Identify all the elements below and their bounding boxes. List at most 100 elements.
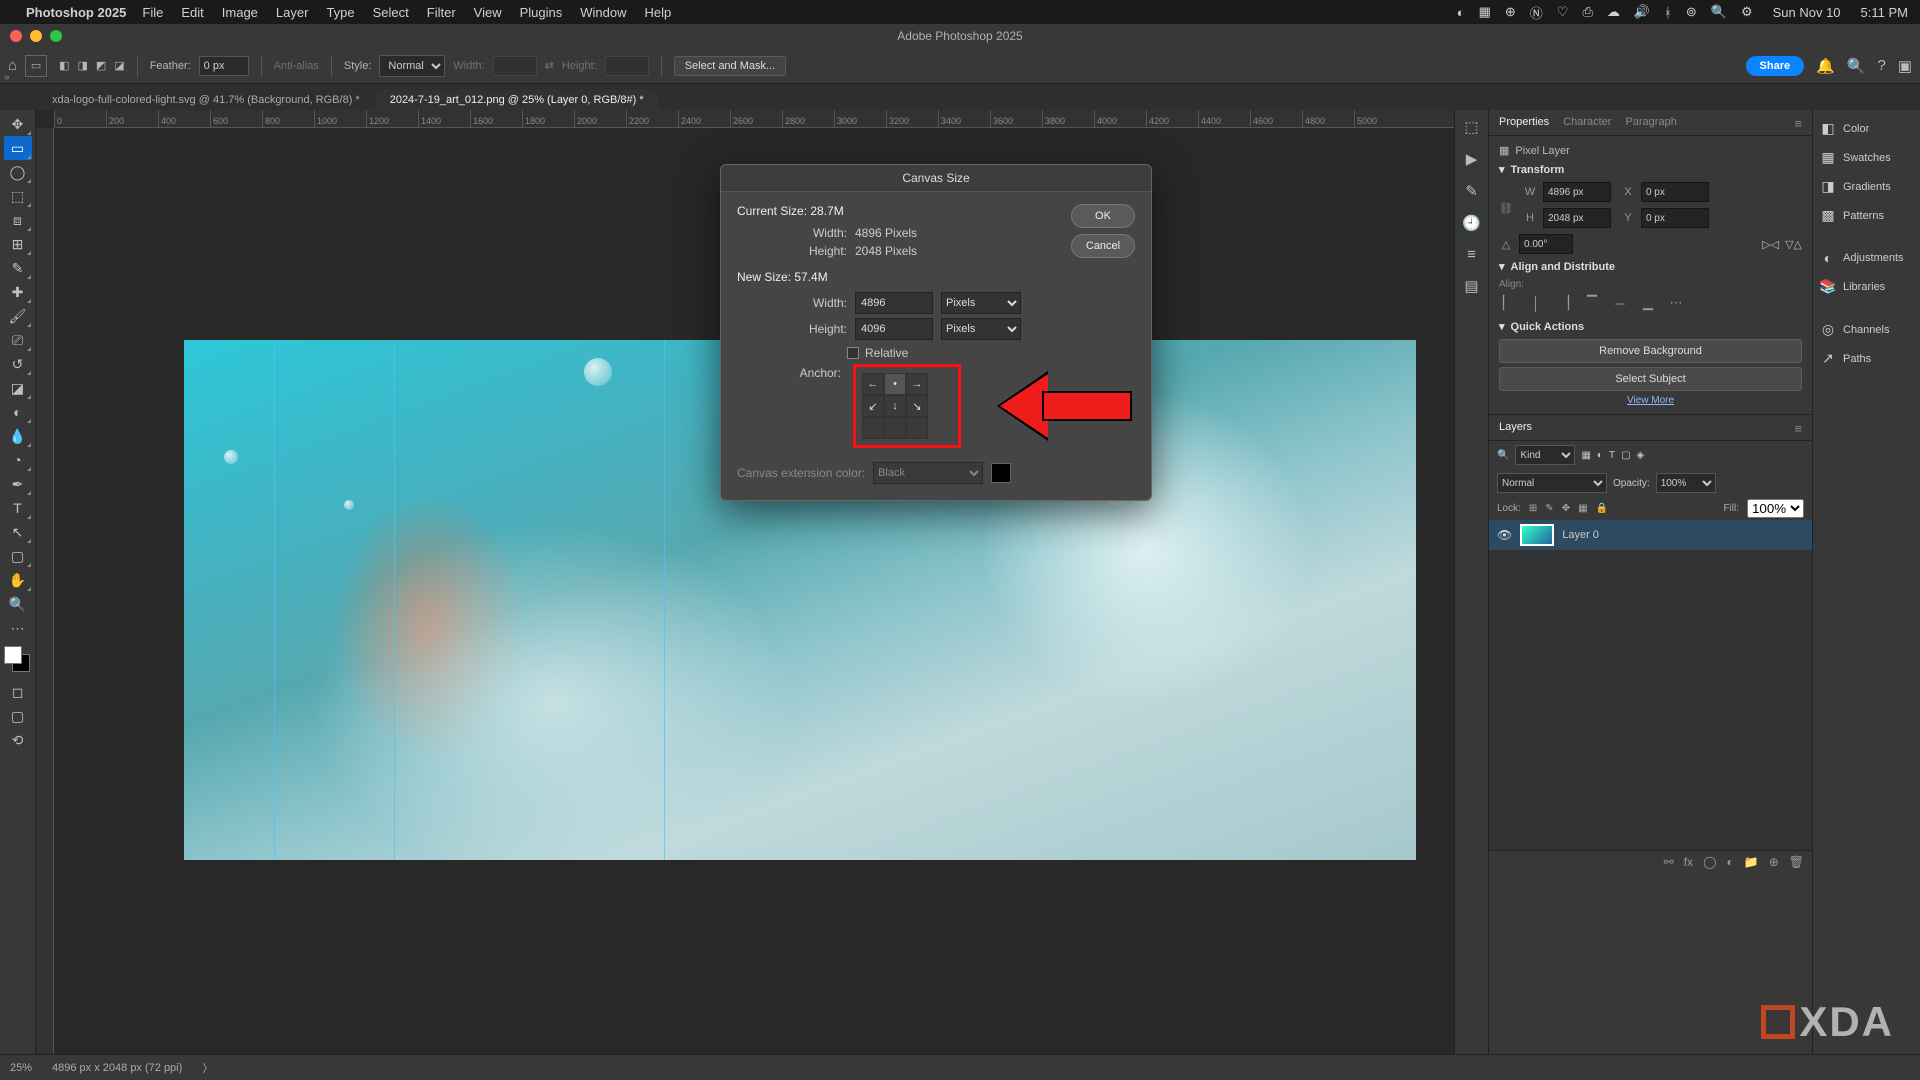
opacity-input[interactable]: 100% (1656, 473, 1716, 493)
tab-character[interactable]: Character (1563, 116, 1611, 131)
notifications-icon[interactable]: 🔔 (1816, 57, 1835, 75)
anchor-cell[interactable] (862, 417, 884, 439)
menu-image[interactable]: Image (222, 5, 258, 20)
layer-filter-kind[interactable]: Kind (1515, 445, 1575, 465)
selection-mode-icon[interactable]: ◧ (59, 59, 69, 72)
tray-icon[interactable]: ♡ (1557, 4, 1569, 20)
document-tab[interactable]: xda-logo-full-colored-light.svg @ 41.7% … (38, 90, 374, 110)
zoom-level[interactable]: 25% (10, 1062, 32, 1074)
align-left-icon[interactable]: ▏ (1499, 294, 1517, 312)
adjustment-icon[interactable]: ◐ (1727, 855, 1734, 869)
visibility-icon[interactable]: 👁 (1497, 528, 1512, 542)
menu-window[interactable]: Window (580, 5, 626, 20)
selection-mode-icon[interactable]: ◪ (114, 59, 124, 72)
tray-control-icon[interactable]: ⚙ (1741, 4, 1753, 20)
tab-paragraph[interactable]: Paragraph (1625, 116, 1676, 131)
app-name[interactable]: Photoshop 2025 (26, 5, 126, 20)
current-tool-icon[interactable]: ▭ (25, 55, 47, 77)
ruler-horizontal[interactable]: 0200400600800100012001400160018002000220… (54, 110, 1454, 128)
cancel-button[interactable]: Cancel (1071, 234, 1135, 258)
menubar-time[interactable]: 5:11 PM (1861, 5, 1908, 20)
panel-libraries[interactable]: 📚Libraries (1817, 274, 1916, 299)
status-flyout-icon[interactable]: 〉 (202, 1060, 213, 1076)
lock-icon[interactable]: ✎ (1545, 503, 1553, 514)
hand-tool-icon[interactable]: ✋ (4, 568, 32, 592)
tray-icon[interactable]: Ⓝ (1530, 3, 1543, 22)
menubar-date[interactable]: Sun Nov 10 (1773, 5, 1841, 20)
panel-paths[interactable]: ↗Paths (1817, 346, 1916, 371)
angle-input[interactable] (1519, 234, 1573, 254)
anchor-cell[interactable] (884, 417, 906, 439)
panel-adjustments[interactable]: ◐Adjustments (1817, 246, 1916, 270)
new-width-input[interactable] (855, 292, 933, 314)
tray-icon[interactable]: ⎙ (1582, 4, 1592, 20)
filter-icon[interactable]: ▦ (1581, 450, 1590, 461)
quick-actions-head[interactable]: Quick Actions (1511, 321, 1585, 333)
type-tool-icon[interactable]: T (4, 496, 32, 520)
more-tools-icon[interactable]: ⋯ (4, 616, 32, 640)
flip-h-icon[interactable]: ▷◁ (1762, 238, 1779, 251)
tray-wifi-icon[interactable]: ⊚ (1686, 4, 1697, 20)
tray-icon[interactable]: ◐ (1457, 5, 1465, 20)
layer-row[interactable]: 👁 Layer 0 (1489, 520, 1812, 550)
anchor-cell[interactable]: ← (862, 373, 884, 395)
select-subject-button[interactable]: Select Subject (1499, 367, 1802, 391)
menu-select[interactable]: Select (373, 5, 409, 20)
eraser-tool-icon[interactable]: ◪ (4, 376, 32, 400)
menu-view[interactable]: View (474, 5, 502, 20)
extension-color-swatch[interactable] (991, 463, 1011, 483)
lock-icon[interactable]: ⊞ (1529, 503, 1537, 514)
healing-tool-icon[interactable]: ✚ (4, 280, 32, 304)
gradient-tool-icon[interactable]: ◐ (4, 400, 32, 424)
layer-name[interactable]: Layer 0 (1562, 529, 1599, 541)
workspace-icon[interactable]: ▣ (1898, 57, 1912, 75)
style-select[interactable]: Normal (379, 55, 445, 77)
search-icon[interactable]: 🔍 (1847, 57, 1866, 75)
link-dims-icon[interactable]: ⛓ (1499, 202, 1513, 215)
new-height-input[interactable] (855, 318, 933, 340)
align-center-v-icon[interactable]: ─ (1611, 294, 1629, 312)
feather-input[interactable] (199, 56, 249, 76)
screenmode-icon[interactable]: ▢ (4, 704, 32, 728)
marquee-tool-icon[interactable]: ▭ (4, 136, 32, 160)
anchor-cell[interactable]: ↙ (862, 395, 884, 417)
history-brush-tool-icon[interactable]: ↺ (4, 352, 32, 376)
path-tool-icon[interactable]: ↖ (4, 520, 32, 544)
ruler-vertical[interactable] (36, 128, 54, 1054)
panel-icon[interactable]: 🕘 (1462, 214, 1481, 232)
align-more-icon[interactable]: ⋯ (1667, 294, 1685, 312)
lock-icon[interactable]: ✥ (1562, 503, 1570, 514)
align-center-h-icon[interactable]: │ (1527, 294, 1545, 312)
anchor-cell[interactable]: → (906, 373, 928, 395)
lock-icon[interactable]: ▦ (1578, 503, 1587, 514)
y-input[interactable] (1641, 208, 1709, 228)
width-input[interactable] (1543, 182, 1611, 202)
x-input[interactable] (1641, 182, 1709, 202)
fill-input[interactable]: 100% (1747, 499, 1804, 518)
object-select-tool-icon[interactable]: ⬚ (4, 184, 32, 208)
select-and-mask-button[interactable]: Select and Mask... (674, 56, 787, 76)
panel-menu-icon[interactable]: ≡ (1794, 116, 1802, 131)
panel-swatches[interactable]: ▦Swatches (1817, 145, 1916, 170)
frame-tool-icon[interactable]: ⊞ (4, 232, 32, 256)
anchor-cell[interactable]: ↓ (884, 395, 906, 417)
tray-icon[interactable]: 🔊 (1634, 4, 1650, 20)
maximize-button[interactable] (50, 30, 62, 42)
fx-icon[interactable]: fx (1684, 855, 1693, 869)
zoom-tool-icon[interactable]: 🔍 (4, 592, 32, 616)
document-tab-active[interactable]: 2024-7-19_art_012.png @ 25% (Layer 0, RG… (376, 90, 658, 110)
shape-tool-icon[interactable]: ▢ (4, 544, 32, 568)
panel-icon[interactable]: ▶ (1466, 150, 1478, 168)
lock-icon[interactable]: 🔒 (1596, 503, 1608, 514)
new-layer-icon[interactable]: ⊕ (1769, 855, 1779, 869)
panel-icon[interactable]: ⬚ (1464, 118, 1478, 136)
extension-color-select[interactable]: Black (873, 462, 983, 484)
relative-checkbox[interactable] (847, 347, 859, 359)
lasso-tool-icon[interactable]: ◯ (4, 160, 32, 184)
tray-icon[interactable]: ⊕ (1505, 4, 1516, 20)
transform-head[interactable]: Transform (1511, 164, 1565, 176)
mask-icon[interactable]: ◯ (1703, 855, 1716, 869)
panel-gradients[interactable]: ◨Gradients (1817, 174, 1916, 199)
view-more-link[interactable]: View More (1499, 395, 1802, 406)
remove-background-button[interactable]: Remove Background (1499, 339, 1802, 363)
